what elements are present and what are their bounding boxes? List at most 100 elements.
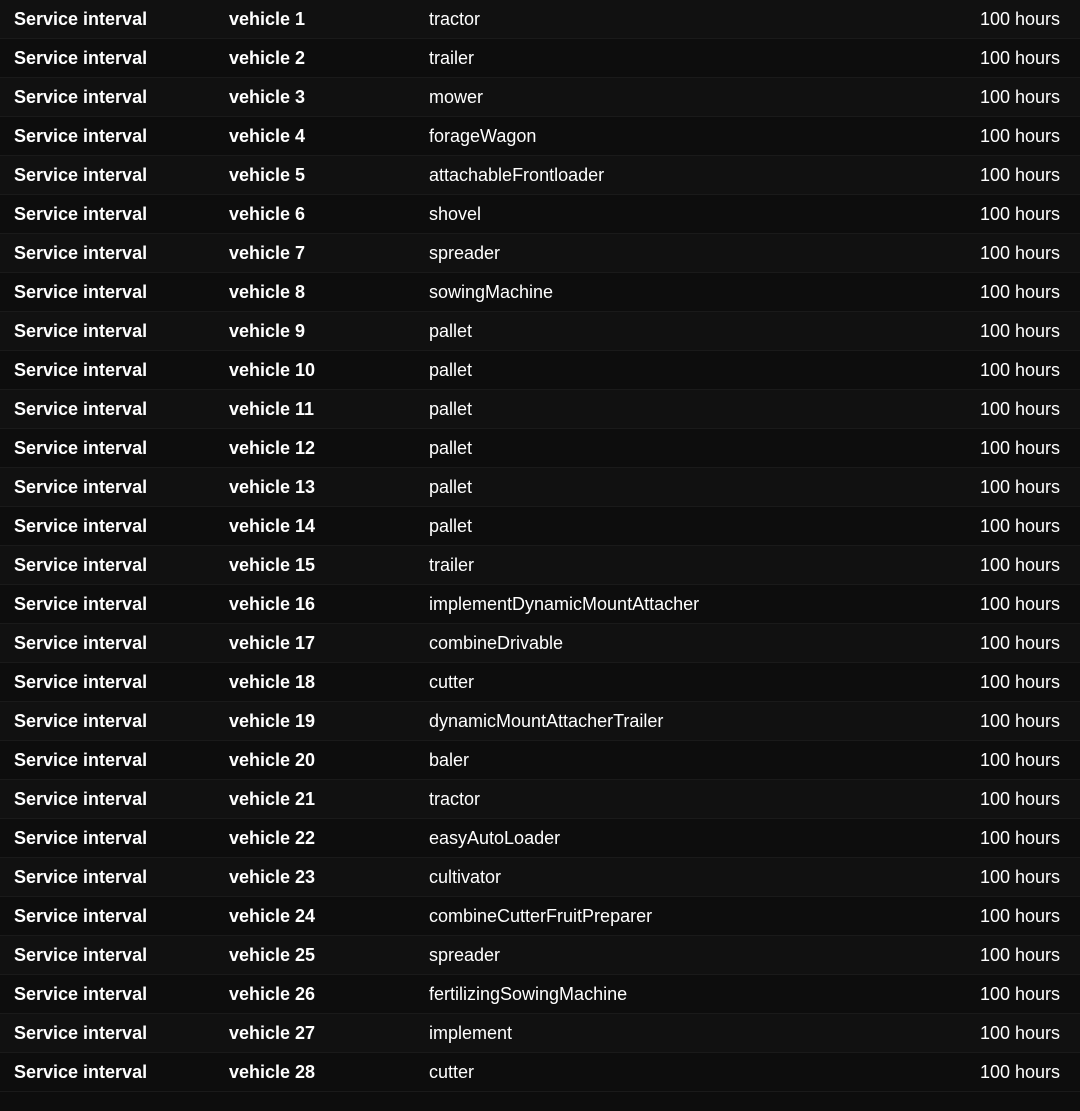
vehicle-type: pallet — [415, 430, 900, 467]
vehicle-name: vehicle 4 — [215, 118, 415, 155]
vehicle-type: pallet — [415, 508, 900, 545]
table-row: Service interval vehicle 9 pallet 100 ho… — [0, 312, 1080, 351]
service-value: 100 hours — [900, 430, 1080, 467]
service-interval-label: Service interval — [0, 742, 215, 779]
service-interval-label: Service interval — [0, 664, 215, 701]
service-interval-label: Service interval — [0, 547, 215, 584]
service-value: 100 hours — [900, 196, 1080, 233]
service-value: 100 hours — [900, 79, 1080, 116]
vehicle-name: vehicle 6 — [215, 196, 415, 233]
service-value: 100 hours — [900, 937, 1080, 974]
service-interval-label: Service interval — [0, 703, 215, 740]
vehicle-name: vehicle 13 — [215, 469, 415, 506]
table-row: Service interval vehicle 17 combineDriva… — [0, 624, 1080, 663]
vehicle-name: vehicle 14 — [215, 508, 415, 545]
vehicle-type: implement — [415, 1015, 900, 1052]
table-row: Service interval vehicle 6 shovel 100 ho… — [0, 195, 1080, 234]
vehicle-type: combineDrivable — [415, 625, 900, 662]
service-value: 100 hours — [900, 235, 1080, 272]
service-interval-label: Service interval — [0, 196, 215, 233]
table-row: Service interval vehicle 16 implementDyn… — [0, 585, 1080, 624]
vehicle-type: pallet — [415, 391, 900, 428]
vehicle-type: combineCutterFruitPreparer — [415, 898, 900, 935]
service-value: 100 hours — [900, 859, 1080, 896]
table-row: Service interval vehicle 27 implement 10… — [0, 1014, 1080, 1053]
table-row: Service interval vehicle 23 cultivator 1… — [0, 858, 1080, 897]
vehicle-name: vehicle 22 — [215, 820, 415, 857]
vehicle-name: vehicle 5 — [215, 157, 415, 194]
service-interval-label: Service interval — [0, 976, 215, 1013]
table-row: Service interval vehicle 13 pallet 100 h… — [0, 468, 1080, 507]
vehicle-type: spreader — [415, 937, 900, 974]
vehicle-type: implementDynamicMountAttacher — [415, 586, 900, 623]
service-interval-label: Service interval — [0, 1015, 215, 1052]
table-row: Service interval vehicle 7 spreader 100 … — [0, 234, 1080, 273]
service-value: 100 hours — [900, 40, 1080, 77]
table-row: Service interval vehicle 22 easyAutoLoad… — [0, 819, 1080, 858]
vehicle-type: pallet — [415, 352, 900, 389]
service-interval-label: Service interval — [0, 157, 215, 194]
service-value: 100 hours — [900, 742, 1080, 779]
service-value: 100 hours — [900, 1015, 1080, 1052]
service-interval-label: Service interval — [0, 391, 215, 428]
service-value: 100 hours — [900, 313, 1080, 350]
vehicle-name: vehicle 24 — [215, 898, 415, 935]
service-interval-label: Service interval — [0, 508, 215, 545]
service-interval-label: Service interval — [0, 1054, 215, 1091]
service-value: 100 hours — [900, 508, 1080, 545]
service-interval-label: Service interval — [0, 781, 215, 818]
service-interval-label: Service interval — [0, 859, 215, 896]
vehicle-name: vehicle 26 — [215, 976, 415, 1013]
table-row: Service interval vehicle 10 pallet 100 h… — [0, 351, 1080, 390]
vehicle-name: vehicle 16 — [215, 586, 415, 623]
vehicle-name: vehicle 21 — [215, 781, 415, 818]
service-value: 100 hours — [900, 391, 1080, 428]
service-interval-label: Service interval — [0, 898, 215, 935]
vehicle-name: vehicle 3 — [215, 79, 415, 116]
table-row: Service interval vehicle 8 sowingMachine… — [0, 273, 1080, 312]
vehicle-type: trailer — [415, 547, 900, 584]
service-value: 100 hours — [900, 703, 1080, 740]
vehicle-name: vehicle 17 — [215, 625, 415, 662]
table-row: Service interval vehicle 20 baler 100 ho… — [0, 741, 1080, 780]
table-row: Service interval vehicle 2 trailer 100 h… — [0, 39, 1080, 78]
service-value: 100 hours — [900, 274, 1080, 311]
vehicle-type: cutter — [415, 1054, 900, 1091]
table-row: Service interval vehicle 5 attachableFro… — [0, 156, 1080, 195]
service-interval-label: Service interval — [0, 352, 215, 389]
vehicle-type: mower — [415, 79, 900, 116]
table-row: Service interval vehicle 11 pallet 100 h… — [0, 390, 1080, 429]
service-value: 100 hours — [900, 586, 1080, 623]
service-interval-label: Service interval — [0, 586, 215, 623]
vehicle-type: cultivator — [415, 859, 900, 896]
vehicle-type: sowingMachine — [415, 274, 900, 311]
vehicle-type: tractor — [415, 1, 900, 38]
table-row: Service interval vehicle 24 combineCutte… — [0, 897, 1080, 936]
vehicle-name: vehicle 28 — [215, 1054, 415, 1091]
vehicle-type: dynamicMountAttacherTrailer — [415, 703, 900, 740]
vehicle-name: vehicle 20 — [215, 742, 415, 779]
service-value: 100 hours — [900, 118, 1080, 155]
table-row: Service interval vehicle 18 cutter 100 h… — [0, 663, 1080, 702]
service-value: 100 hours — [900, 1, 1080, 38]
vehicle-name: vehicle 25 — [215, 937, 415, 974]
table-row: Service interval vehicle 12 pallet 100 h… — [0, 429, 1080, 468]
service-interval-label: Service interval — [0, 1, 215, 38]
service-value: 100 hours — [900, 664, 1080, 701]
table-row: Service interval vehicle 3 mower 100 hou… — [0, 78, 1080, 117]
service-interval-label: Service interval — [0, 430, 215, 467]
vehicle-type: shovel — [415, 196, 900, 233]
vehicle-type: pallet — [415, 469, 900, 506]
service-interval-label: Service interval — [0, 40, 215, 77]
service-value: 100 hours — [900, 1054, 1080, 1091]
table-row: Service interval vehicle 1 tractor 100 h… — [0, 0, 1080, 39]
vehicle-name: vehicle 8 — [215, 274, 415, 311]
service-interval-label: Service interval — [0, 937, 215, 974]
vehicle-type: pallet — [415, 313, 900, 350]
service-value: 100 hours — [900, 469, 1080, 506]
vehicle-name: vehicle 10 — [215, 352, 415, 389]
vehicle-name: vehicle 19 — [215, 703, 415, 740]
service-interval-label: Service interval — [0, 820, 215, 857]
service-value: 100 hours — [900, 157, 1080, 194]
vehicle-name: vehicle 27 — [215, 1015, 415, 1052]
